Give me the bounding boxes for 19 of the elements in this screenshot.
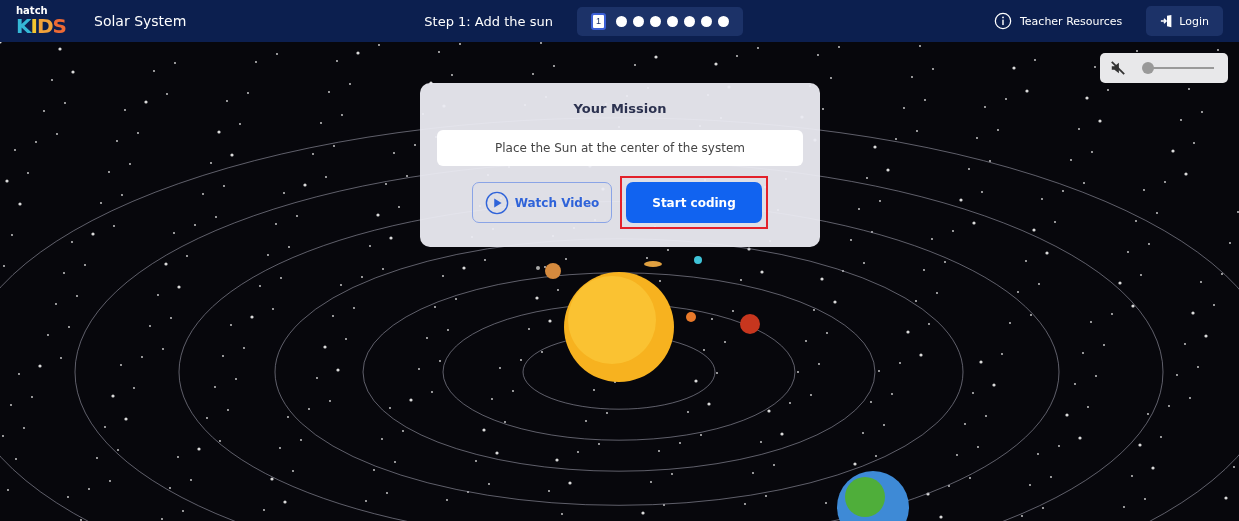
watch-video-button[interactable]: Watch Video (472, 182, 612, 223)
start-coding-button[interactable]: Start coding (626, 182, 762, 223)
mission-title: Your Mission (573, 101, 667, 116)
mission-text: Place the Sun at the center of the system (437, 130, 803, 166)
step-dot[interactable] (649, 15, 661, 27)
step-dot[interactable] (700, 15, 712, 27)
step-dot[interactable] (666, 15, 678, 27)
step-dot[interactable] (632, 15, 644, 27)
step-dot[interactable] (683, 15, 695, 27)
info-icon (993, 12, 1012, 30)
slider-thumb[interactable] (1141, 62, 1154, 74)
logo[interactable]: hatch KIDS (16, 6, 78, 36)
step-dot[interactable] (717, 15, 729, 27)
login-button[interactable]: Login (1146, 6, 1223, 36)
project-title: Solar System (94, 13, 187, 29)
step-dot[interactable] (615, 15, 627, 27)
step-label: Step 1: Add the sun (424, 13, 553, 29)
play-icon (484, 190, 509, 215)
teacher-resources-link[interactable]: Teacher Resources (993, 12, 1123, 30)
